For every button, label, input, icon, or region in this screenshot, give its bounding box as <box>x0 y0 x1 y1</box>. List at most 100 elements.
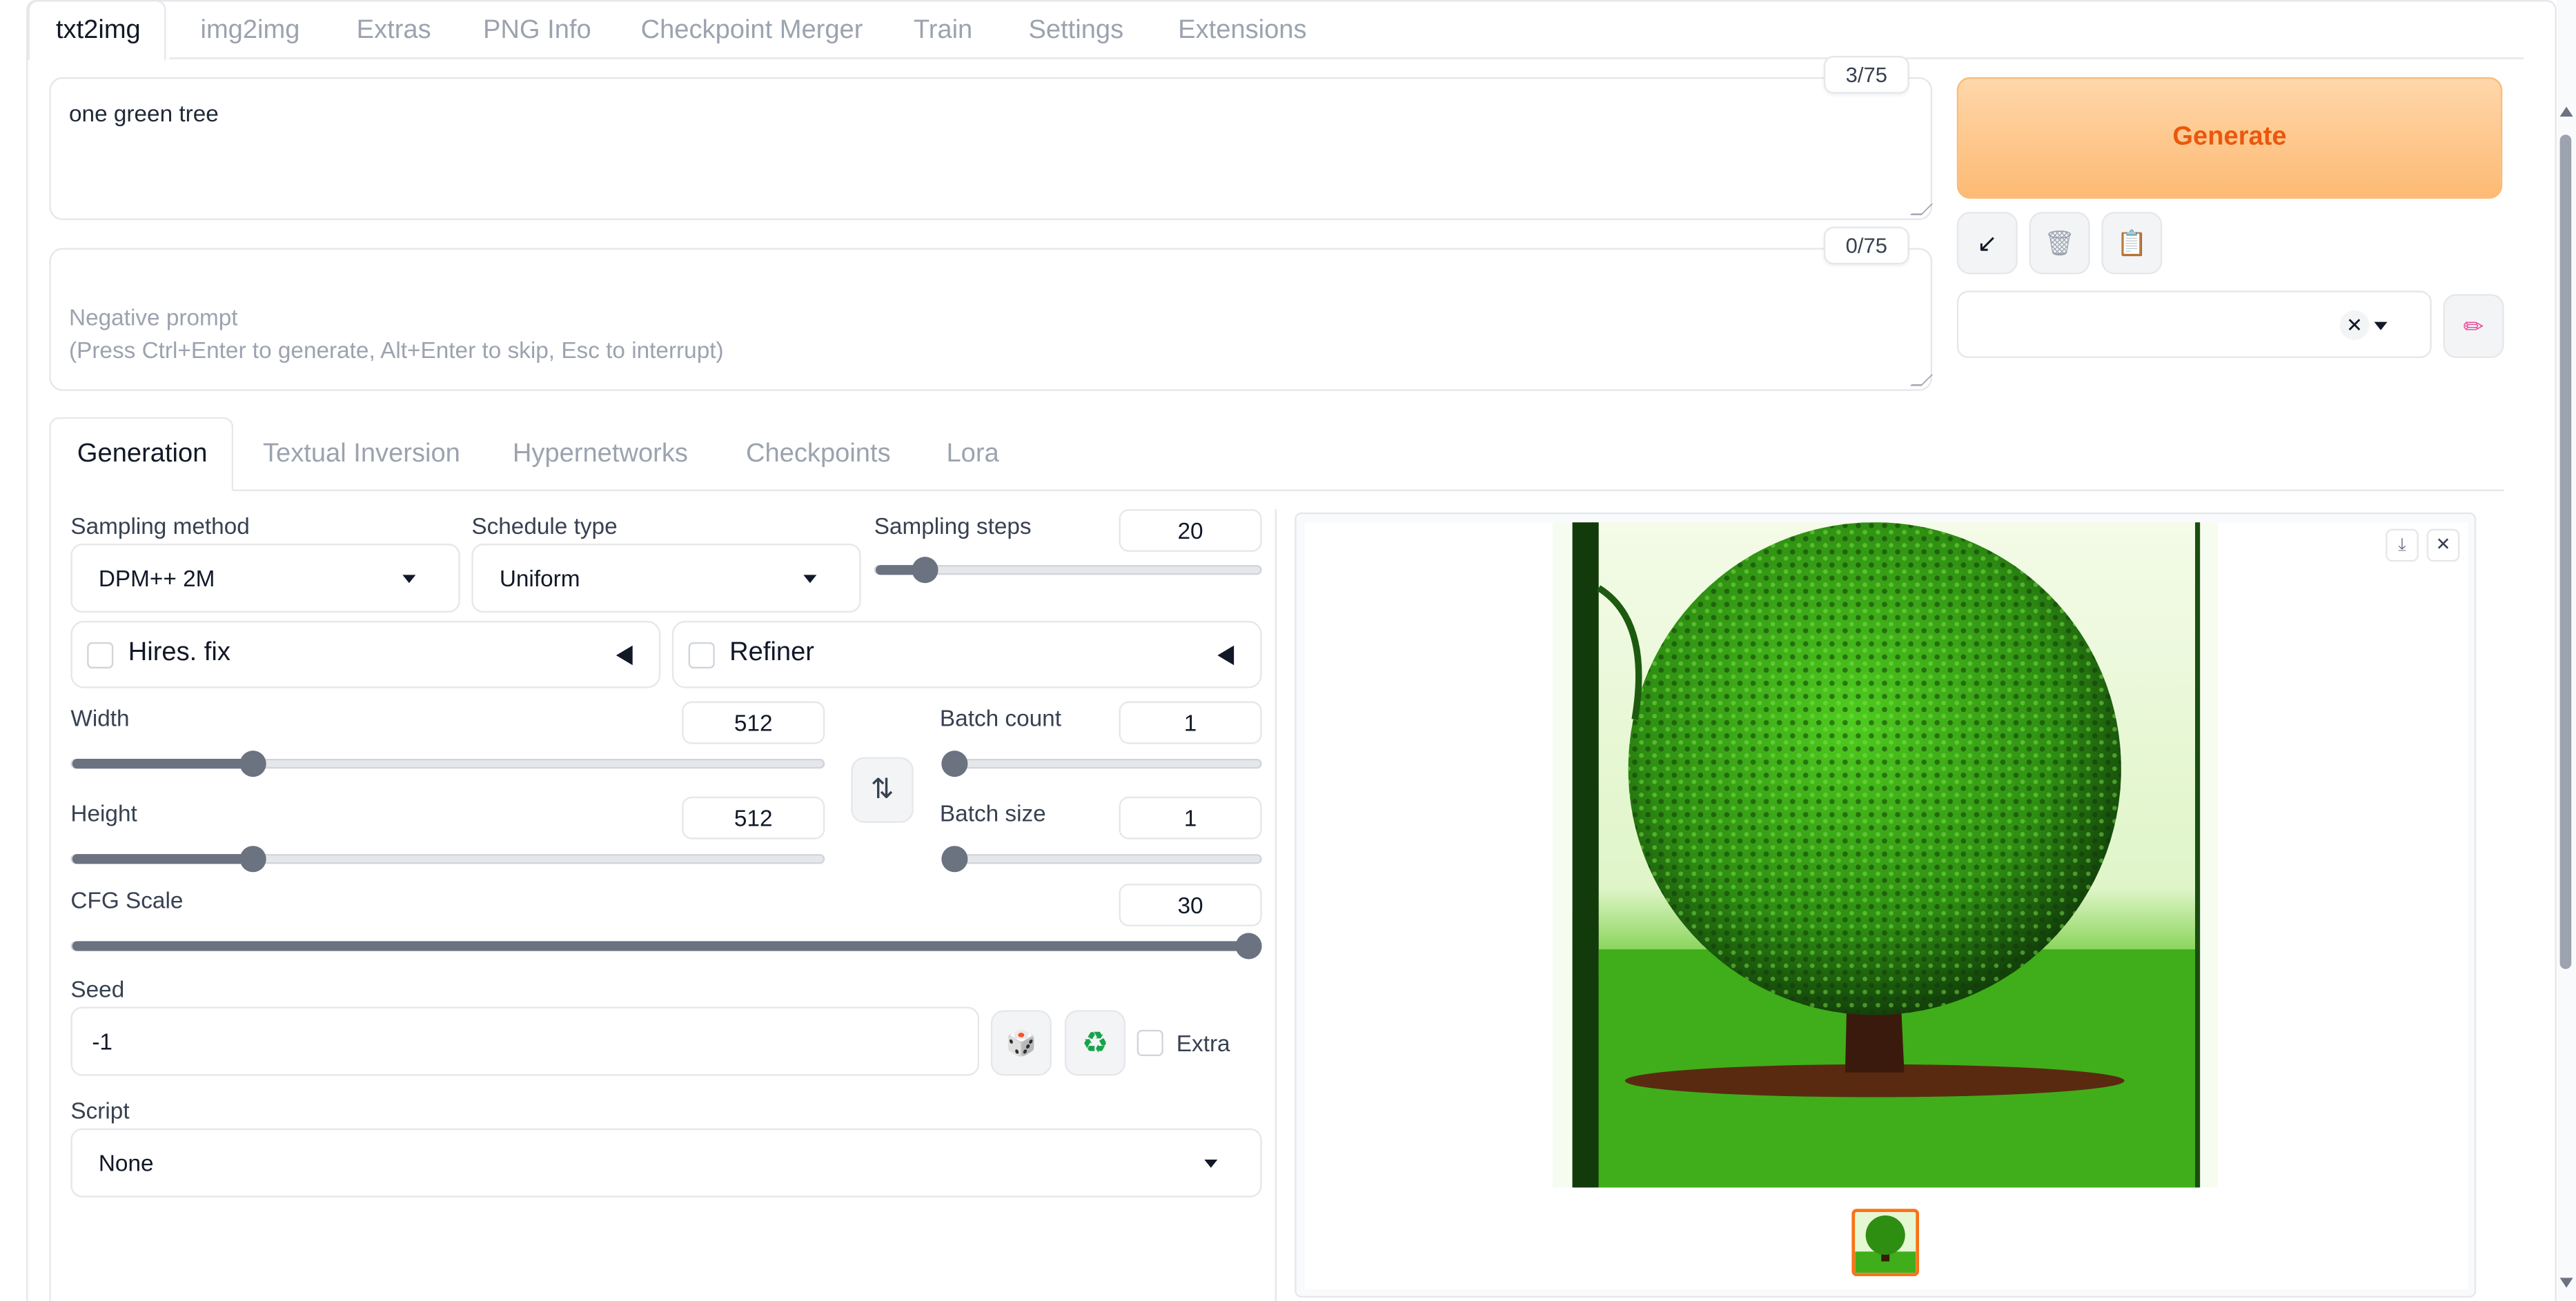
cfg-scale-input[interactable]: 30 <box>1119 883 1262 926</box>
schedule-type-label: Schedule type <box>471 512 618 539</box>
top-tabs-line <box>169 57 2524 59</box>
negative-prompt-textarea[interactable]: Negative prompt (Press Ctrl+Enter to gen… <box>49 248 1933 391</box>
tab-extensions[interactable]: Extensions <box>1178 17 1306 46</box>
tab-lora[interactable]: Lora <box>946 440 999 470</box>
hires-fix-accordion[interactable]: Hires. fix <box>70 621 661 688</box>
chevron-down-icon <box>803 575 817 584</box>
reuse-seed-button[interactable]: ♻ <box>1064 1010 1125 1076</box>
hires-fix-label: Hires. fix <box>128 639 230 667</box>
width-slider[interactable] <box>70 751 825 777</box>
collapse-triangle-icon[interactable] <box>616 645 633 666</box>
chevron-down-icon <box>1204 1159 1218 1168</box>
width-label: Width <box>70 704 130 731</box>
sampling-method-value: DPM++ 2M <box>98 565 215 592</box>
cfg-scale-label: CFG Scale <box>70 886 184 913</box>
download-icon[interactable]: ⤓ <box>2386 528 2419 562</box>
height-input[interactable]: 512 <box>682 796 825 840</box>
clipboard-icon: 📋 <box>2116 230 2147 258</box>
batch-size-slider[interactable] <box>941 846 1262 873</box>
sub-tabs-line <box>231 489 2504 491</box>
seed-label: Seed <box>70 975 125 1002</box>
swap-dimensions-button[interactable]: ⇅ <box>851 757 914 823</box>
negative-token-counter: 0/75 <box>1823 226 1909 265</box>
panel-left-border <box>49 489 51 1301</box>
seed-input[interactable]: -1 <box>70 1006 980 1076</box>
schedule-type-value: Uniform <box>499 565 580 592</box>
script-value: None <box>98 1149 154 1176</box>
width-input[interactable]: 512 <box>682 701 825 744</box>
sampling-steps-slider[interactable] <box>874 557 1262 584</box>
batch-count-input[interactable]: 1 <box>1119 701 1262 744</box>
scroll-up-icon[interactable] <box>2559 106 2573 117</box>
script-dropdown[interactable]: None <box>70 1128 1262 1198</box>
seed-value: -1 <box>92 1028 112 1055</box>
generate-button[interactable]: Generate <box>1956 77 2503 199</box>
script-label: Script <box>70 1097 130 1124</box>
slider-thumb[interactable] <box>941 751 968 777</box>
scroll-down-icon[interactable] <box>2559 1278 2573 1288</box>
slider-fill <box>72 854 253 864</box>
refiner-label: Refiner <box>729 639 814 667</box>
batch-size-label: Batch size <box>939 800 1046 826</box>
swap-arrows-icon: ⇅ <box>870 773 894 805</box>
read-params-button[interactable]: ↙ <box>1956 212 2018 275</box>
chevron-down-icon <box>2374 321 2388 330</box>
batch-size-input[interactable]: 1 <box>1119 796 1262 840</box>
sampling-method-dropdown[interactable]: DPM++ 2M <box>70 544 460 613</box>
tab-extras[interactable]: Extras <box>357 17 431 46</box>
clear-prompt-button[interactable]: 🗑 <box>2029 212 2090 275</box>
schedule-type-dropdown[interactable]: Uniform <box>471 544 861 613</box>
tab-img2img[interactable]: img2img <box>200 17 299 46</box>
slider-thumb[interactable] <box>239 846 266 873</box>
refiner-checkbox[interactable] <box>688 642 715 669</box>
dice-icon: 🎲 <box>1005 1029 1037 1058</box>
negative-prompt-placeholder: Negative prompt (Press Ctrl+Enter to gen… <box>69 304 724 364</box>
arrow-down-left-icon: ↙ <box>1976 230 1998 258</box>
styles-dropdown[interactable]: ✕ <box>1956 290 2432 359</box>
cfg-scale-slider[interactable] <box>70 933 1262 960</box>
extra-seed-checkbox[interactable] <box>1137 1029 1163 1056</box>
scrollbar-thumb[interactable] <box>2559 135 2572 969</box>
tab-checkpoints[interactable]: Checkpoints <box>746 440 891 470</box>
tab-txt2img[interactable]: txt2img <box>28 0 166 61</box>
close-icon[interactable]: ✕ <box>2426 528 2460 562</box>
thumbnail-tree-image <box>1855 1212 1916 1273</box>
recycle-icon: ♻ <box>1081 1025 1109 1059</box>
tab-textual-inversion[interactable]: Textual Inversion <box>263 440 460 470</box>
chevron-down-icon <box>402 575 416 584</box>
batch-count-slider[interactable] <box>941 751 1262 777</box>
hires-fix-checkbox[interactable] <box>87 642 114 669</box>
pencil-icon: ✏ <box>2463 312 2484 341</box>
trash-icon: 🗑 <box>2043 230 2076 258</box>
refiner-accordion[interactable]: Refiner <box>671 621 1262 688</box>
tab-checkpoint-merger[interactable]: Checkpoint Merger <box>641 17 863 46</box>
extra-seed-label: Extra <box>1176 1029 1230 1056</box>
tab-generation[interactable]: Generation <box>77 440 208 470</box>
collapse-triangle-icon[interactable] <box>1217 645 1235 666</box>
prompt-textarea[interactable]: one green tree <box>49 77 1933 221</box>
slider-fill <box>72 759 253 769</box>
tab-settings[interactable]: Settings <box>1029 17 1124 46</box>
batch-count-label: Batch count <box>939 704 1061 731</box>
panel-divider <box>1275 509 1277 1301</box>
sampling-steps-label: Sampling steps <box>874 512 1032 539</box>
tab-png-info[interactable]: PNG Info <box>483 17 591 46</box>
height-slider[interactable] <box>70 846 825 873</box>
slider-thumb[interactable] <box>239 751 266 777</box>
slider-fill <box>72 941 1249 951</box>
apply-styles-button[interactable]: 📋 <box>2101 212 2163 275</box>
prompt-text: one green tree <box>69 100 219 127</box>
gallery-thumbnail[interactable] <box>1851 1209 1920 1277</box>
tab-train[interactable]: Train <box>914 17 972 46</box>
tab-hypernetworks[interactable]: Hypernetworks <box>513 440 688 470</box>
sampling-steps-input[interactable]: 20 <box>1119 509 1262 553</box>
random-seed-button[interactable]: 🎲 <box>990 1010 1052 1076</box>
prompt-token-counter: 3/75 <box>1823 55 1909 94</box>
edit-styles-button[interactable]: ✏ <box>2443 294 2504 359</box>
slider-thumb[interactable] <box>941 846 968 873</box>
clear-icon[interactable]: ✕ <box>2339 310 2370 340</box>
height-label: Height <box>70 800 137 826</box>
generated-tree-image[interactable] <box>1553 522 2219 1188</box>
sampling-method-label: Sampling method <box>70 512 250 539</box>
slider-thumb[interactable] <box>1235 933 1262 960</box>
